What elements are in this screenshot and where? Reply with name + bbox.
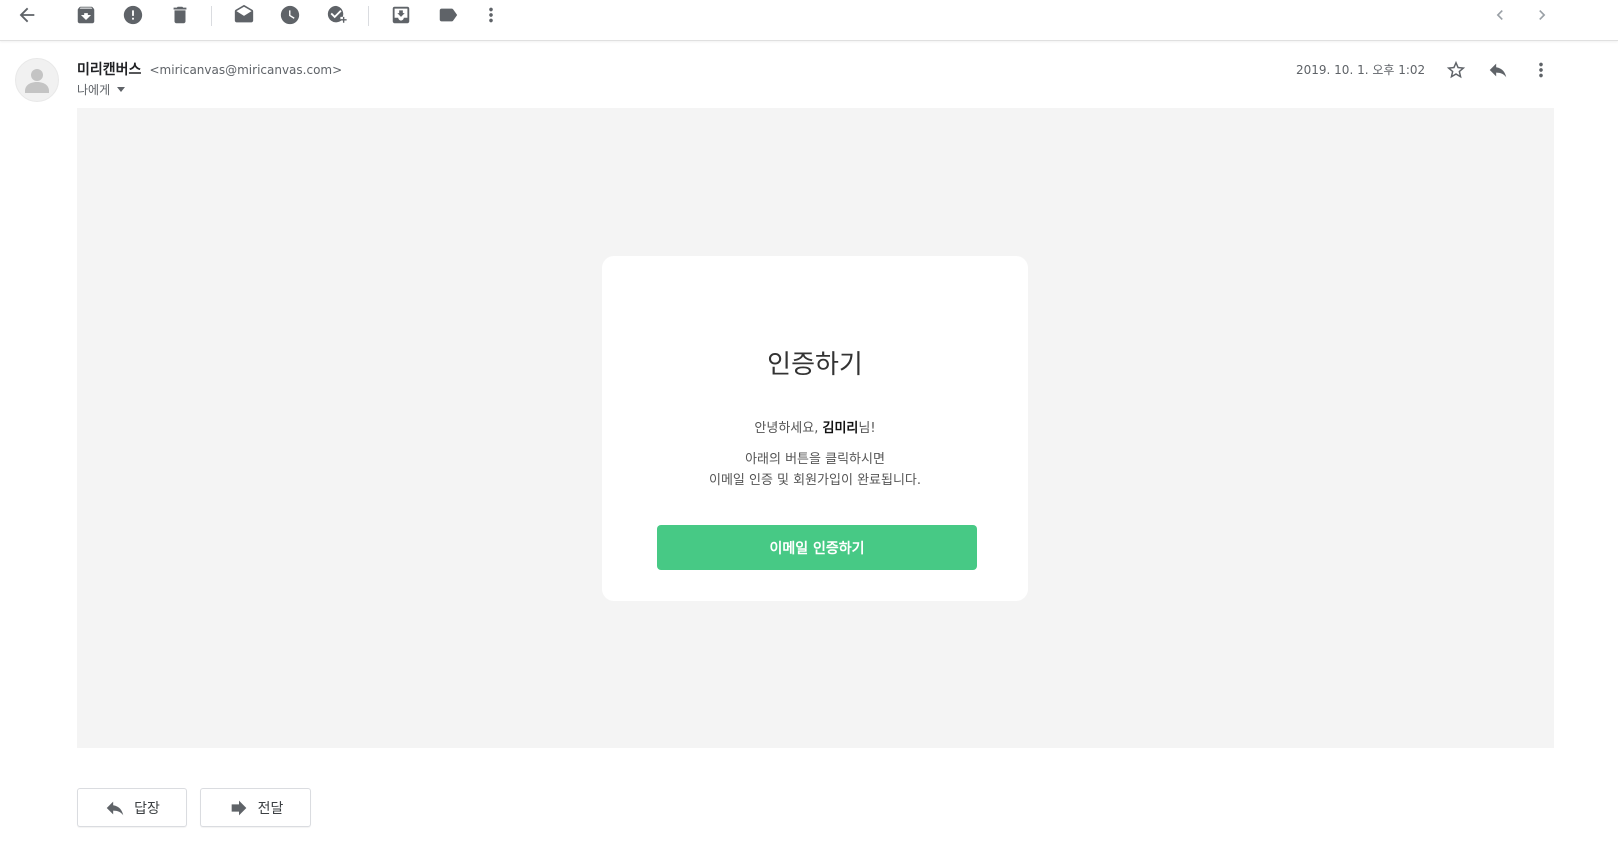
- caret-down-icon: [117, 87, 126, 92]
- archive-icon: [77, 6, 95, 24]
- person-icon: [25, 69, 49, 93]
- newer-message-button[interactable]: [1482, 0, 1518, 30]
- reply-icon: [106, 801, 124, 815]
- more-options-button[interactable]: [473, 0, 509, 30]
- verify-email-button[interactable]: 이메일 인증하기: [657, 525, 977, 570]
- instruction-line-2: 이메일 인증 및 회원가입이 완료됩니다.: [708, 473, 922, 488]
- toolbar: [0, 0, 1618, 41]
- add-to-tasks-button[interactable]: [319, 0, 355, 30]
- instruction-text: 아래의 버튼을 클릭하시면 이메일 인증 및 회원가입이 완료됩니다.: [602, 449, 1028, 491]
- message-date: 2019. 10. 1. 오후 1:02: [1296, 63, 1426, 77]
- reply-bottom-button[interactable]: 답장: [77, 788, 187, 827]
- add-to-tasks-icon: [327, 5, 347, 23]
- forward-bottom-button[interactable]: 전달: [200, 788, 311, 827]
- sender-line: 미리캔버스 <miricanvas@miricanvas.com>: [77, 59, 342, 79]
- back-arrow-icon: [19, 7, 35, 23]
- mark-unread-icon: [234, 4, 254, 23]
- chevron-left-icon: [1496, 10, 1503, 20]
- toolbar-divider: [368, 6, 369, 26]
- snooze-button[interactable]: [272, 0, 308, 30]
- star-outline-icon: [1446, 60, 1466, 79]
- card-title: 인증하기: [767, 350, 863, 380]
- back-button[interactable]: [9, 0, 45, 30]
- avatar[interactable]: [15, 58, 59, 102]
- archive-button[interactable]: [68, 0, 104, 30]
- mark-unread-button[interactable]: [226, 0, 262, 30]
- more-vert-icon: [489, 7, 493, 23]
- reply-label: 답장: [134, 800, 160, 817]
- more-vert-icon: [1539, 62, 1543, 78]
- forward-icon: [231, 800, 246, 815]
- star-button[interactable]: [1442, 56, 1470, 84]
- label-icon: [439, 8, 458, 22]
- message-more-button[interactable]: [1527, 56, 1555, 84]
- sender-email: <miricanvas@miricanvas.com>: [149, 63, 343, 77]
- reply-button[interactable]: [1484, 56, 1512, 84]
- report-spam-button[interactable]: [115, 0, 151, 30]
- older-message-button[interactable]: [1524, 0, 1560, 30]
- delete-icon: [173, 6, 187, 24]
- snooze-icon: [280, 5, 300, 25]
- forward-label: 전달: [257, 800, 284, 817]
- report-spam-icon: [123, 5, 143, 25]
- verification-card: 인증하기 안녕하세요, 김미리님! 아래의 버튼을 클릭하시면 이메일 인증 및…: [602, 256, 1028, 601]
- greeting: 안녕하세요, 김미리님!: [602, 417, 1028, 436]
- greeting-name: 김미리: [822, 421, 859, 436]
- instruction-line-1: 아래의 버튼을 클릭하시면: [745, 452, 885, 467]
- toolbar-divider: [211, 6, 212, 26]
- move-to-button[interactable]: [383, 0, 419, 30]
- reply-icon: [1489, 63, 1507, 78]
- delete-button[interactable]: [162, 0, 198, 30]
- sender-name[interactable]: 미리캔버스: [77, 62, 141, 78]
- chevron-right-icon: [1539, 10, 1546, 20]
- recipient-details-toggle[interactable]: 나에게: [77, 81, 126, 98]
- recipient-label: 나에게: [77, 83, 111, 97]
- greeting-suffix: 님!: [858, 421, 876, 436]
- greeting-prefix: 안녕하세요,: [754, 421, 823, 436]
- label-button[interactable]: [430, 0, 466, 30]
- move-to-icon: [392, 6, 410, 24]
- email-body: 인증하기 안녕하세요, 김미리님! 아래의 버튼을 클릭하시면 이메일 인증 및…: [77, 108, 1554, 748]
